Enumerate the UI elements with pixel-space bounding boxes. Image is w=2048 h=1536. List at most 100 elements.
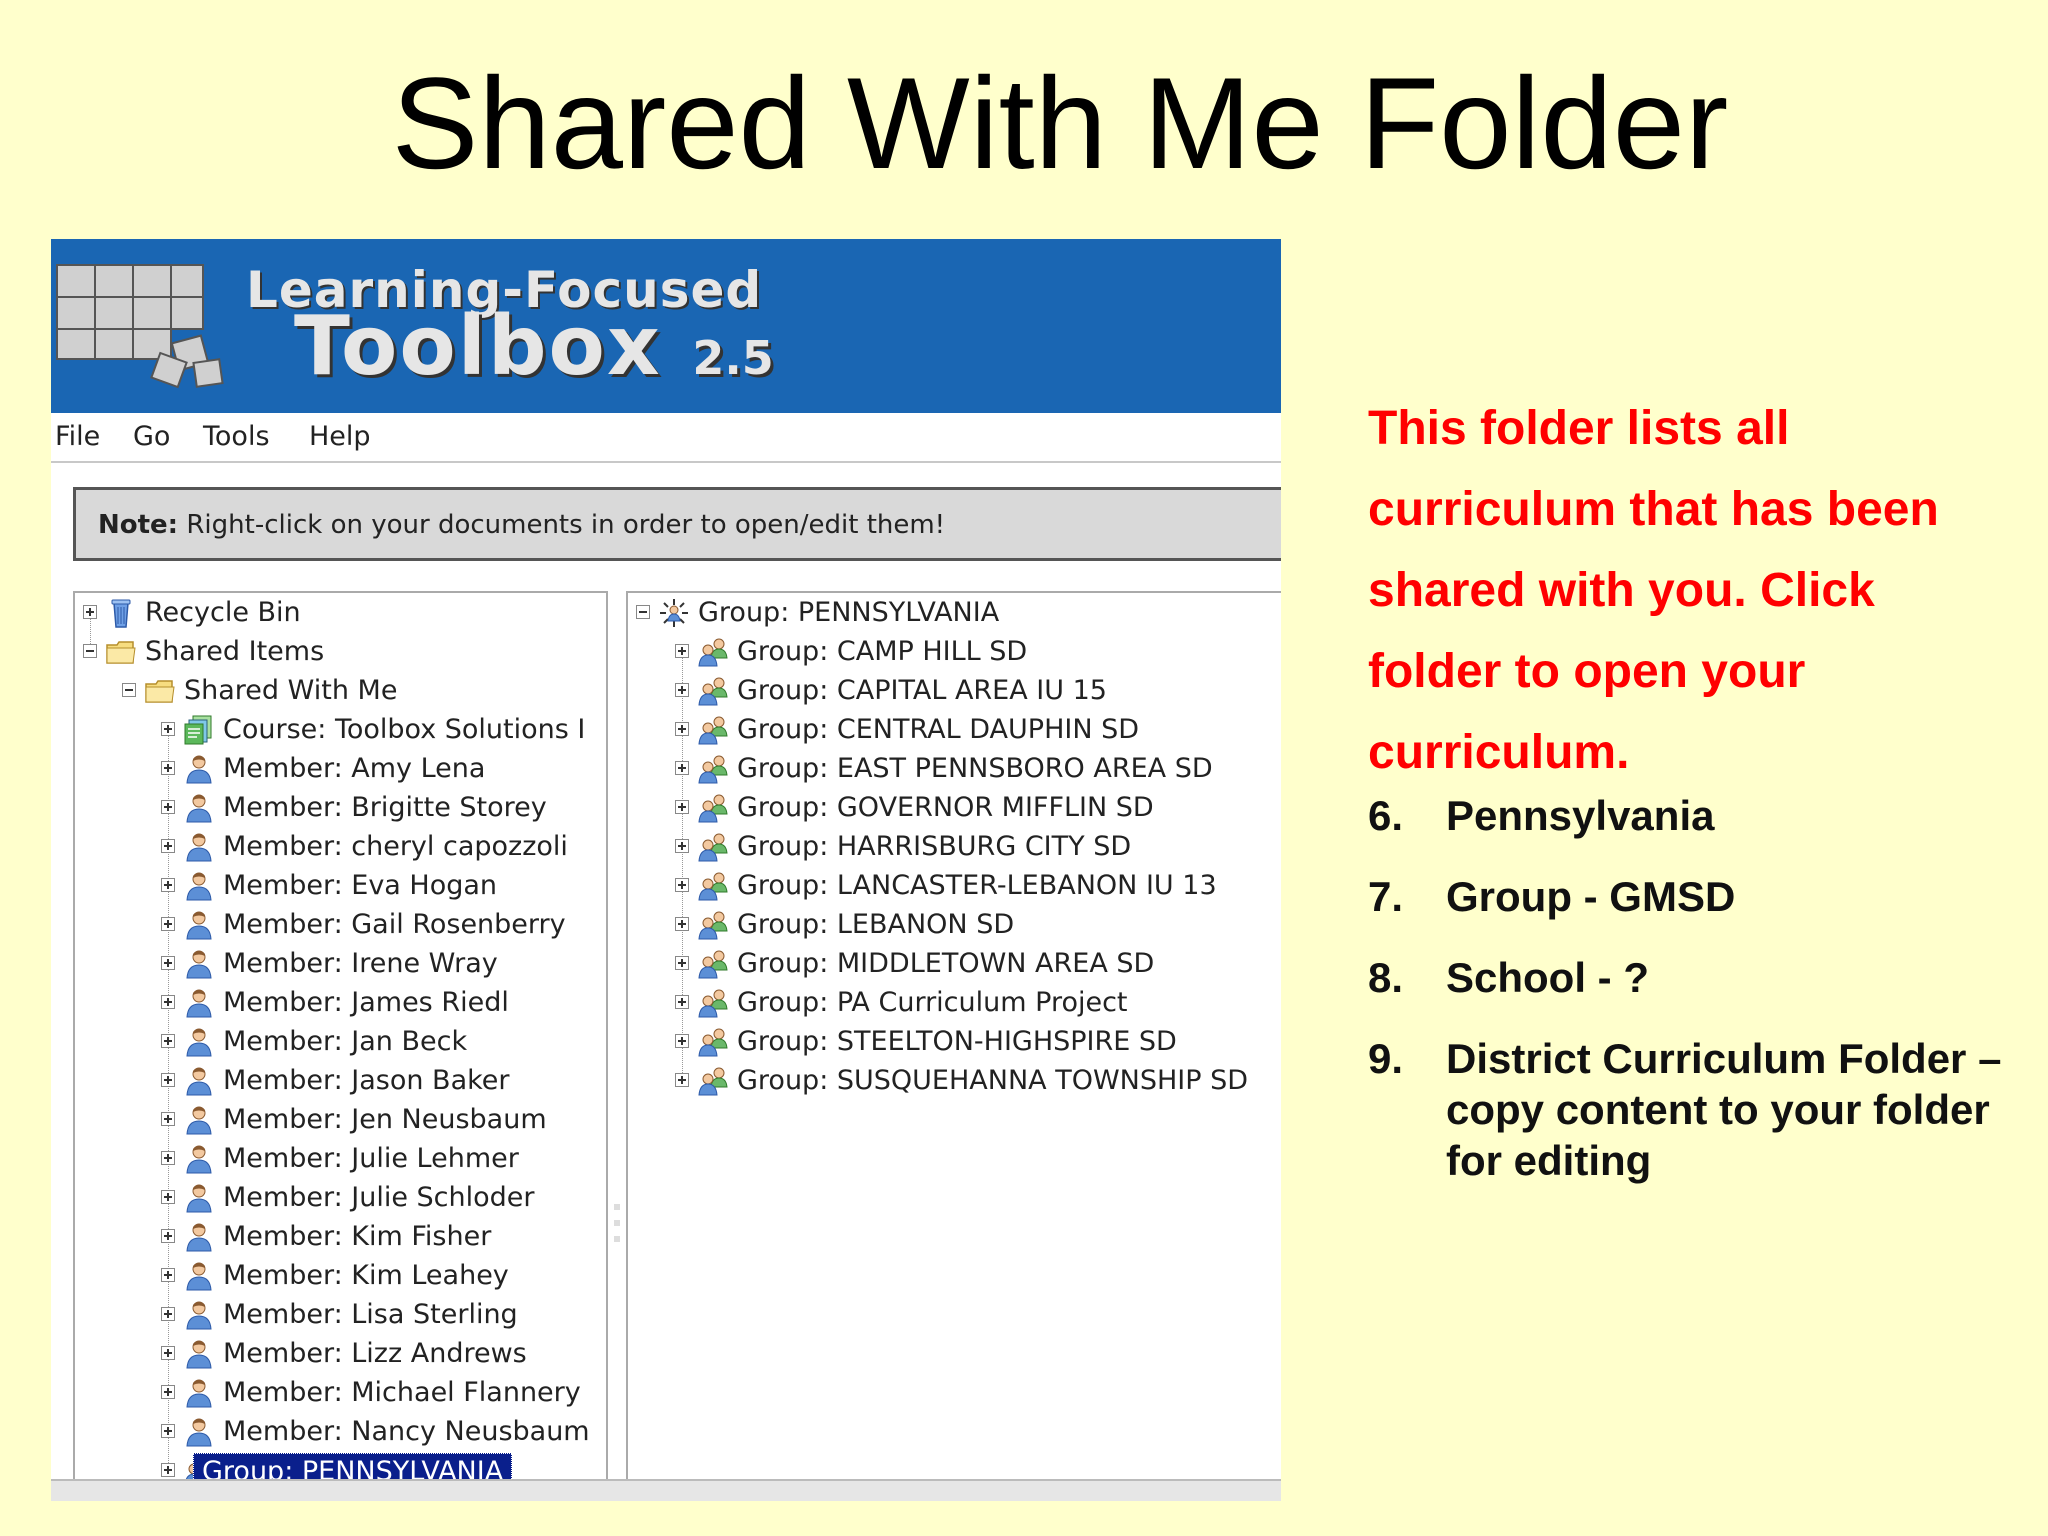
expand-plus-icon[interactable] (161, 1229, 175, 1243)
collapse-minus-icon[interactable] (83, 644, 97, 658)
member-icon (183, 1299, 215, 1331)
expand-plus-icon[interactable] (675, 761, 689, 775)
tree-item-label: Member: Gail Rosenberry (223, 909, 566, 940)
member-icon (183, 1026, 215, 1058)
group-icon (697, 909, 729, 941)
collapse-minus-icon[interactable] (122, 683, 136, 697)
slide-description: This folder lists all curriculum that ha… (1368, 402, 1939, 779)
step-item: 8. School - ? (1368, 952, 2038, 1003)
menu-help[interactable]: Help (309, 421, 371, 452)
expand-plus-icon[interactable] (675, 878, 689, 892)
tree-item-label: Member: cheryl capozzoli (223, 831, 568, 862)
splitter-grip[interactable] (608, 1194, 626, 1252)
tree-item-label: Member: Jan Beck (223, 1026, 468, 1057)
expand-plus-icon[interactable] (161, 722, 175, 736)
expand-plus-icon[interactable] (161, 1190, 175, 1204)
puzzle-logo-icon (56, 264, 224, 389)
app-banner: Learning-Focused Toolbox 2.5 (51, 239, 1281, 413)
expand-plus-icon[interactable] (161, 1073, 175, 1087)
tree-item-label: Member: Jen Neusbaum (223, 1104, 547, 1135)
step-text: School - ? (1446, 954, 1649, 1001)
group-icon (697, 714, 729, 746)
expand-plus-icon[interactable] (675, 1073, 689, 1087)
expand-plus-icon[interactable] (161, 1424, 175, 1438)
expand-plus-icon[interactable] (161, 1385, 175, 1399)
expand-plus-icon[interactable] (161, 1112, 175, 1126)
tree-item-label: Group: CENTRAL DAUPHIN SD (737, 714, 1140, 745)
tree-item-label: Group: STEELTON-HIGHSPIRE SD (737, 1026, 1177, 1057)
tree-item-label: Group: GOVERNOR MIFFLIN SD (737, 792, 1154, 823)
step-item: 6. Pennsylvania (1368, 790, 2038, 841)
member-icon (183, 909, 215, 941)
tree-item-label: Course: Toolbox Solutions I (223, 714, 586, 745)
expand-plus-icon[interactable] (161, 1268, 175, 1282)
right-tree-pane[interactable]: Group: PENNSYLVANIA Group: CAMP HILL SD Gr… (626, 591, 1281, 1491)
expand-plus-icon[interactable] (675, 644, 689, 658)
expand-plus-icon[interactable] (675, 839, 689, 853)
tree-item-label: Member: James Riedl (223, 987, 509, 1018)
note-message: Right-click on your documents in order t… (178, 510, 946, 540)
expand-plus-icon[interactable] (161, 878, 175, 892)
expand-plus-icon[interactable] (675, 683, 689, 697)
tree-item-label: Recycle Bin (145, 597, 301, 628)
step-item: 7. Group - GMSD (1368, 871, 2038, 922)
member-icon (183, 870, 215, 902)
expand-plus-icon[interactable] (161, 839, 175, 853)
expand-plus-icon[interactable] (161, 1034, 175, 1048)
expand-plus-icon[interactable] (161, 761, 175, 775)
tree-item-label: Member: Kim Fisher (223, 1221, 492, 1252)
tree-item-label: Member: Brigitte Storey (223, 792, 547, 823)
expand-plus-icon[interactable] (675, 1034, 689, 1048)
member-icon (183, 1065, 215, 1097)
expand-plus-icon[interactable] (161, 1346, 175, 1360)
expand-plus-icon[interactable] (675, 722, 689, 736)
group-icon (697, 675, 729, 707)
member-icon (183, 1338, 215, 1370)
group-icon (697, 636, 729, 668)
member-icon (183, 1260, 215, 1292)
step-item: 9. District Curriculum Folder – copy cont… (1368, 1033, 2038, 1186)
expand-plus-icon[interactable] (675, 800, 689, 814)
expand-plus-icon[interactable] (83, 605, 97, 619)
step-text: Group - GMSD (1446, 873, 1736, 920)
expand-plus-icon[interactable] (675, 917, 689, 931)
expand-plus-icon[interactable] (675, 995, 689, 1009)
folder-icon (105, 636, 137, 668)
expand-plus-icon[interactable] (161, 1463, 175, 1477)
tree-item-label: Group: CAMP HILL SD (737, 636, 1028, 667)
expand-plus-icon[interactable] (161, 800, 175, 814)
member-icon (183, 792, 215, 824)
member-icon (183, 831, 215, 863)
slide-title: Shared With Me Folder (391, 50, 1729, 196)
expand-plus-icon[interactable] (161, 956, 175, 970)
menu-file[interactable]: File (55, 421, 100, 452)
tree-item-label: Group: MIDDLETOWN AREA SD (737, 948, 1155, 979)
group-icon (697, 753, 729, 785)
tree-item-label: Group: EAST PENNSBORO AREA SD (737, 753, 1213, 784)
tree-item-label: Member: Julie Lehmer (223, 1143, 519, 1174)
expand-plus-icon[interactable] (161, 1151, 175, 1165)
menu-bar: File Go Tools Help (51, 413, 1281, 463)
menu-tools[interactable]: Tools (203, 421, 270, 452)
tree-item-label: Member: Kim Leahey (223, 1260, 509, 1291)
status-bar (51, 1479, 1281, 1501)
note-label: Note: (98, 510, 179, 540)
expand-plus-icon[interactable] (675, 956, 689, 970)
expand-plus-icon[interactable] (161, 995, 175, 1009)
expand-plus-icon[interactable] (161, 1307, 175, 1321)
tree-guide-line (682, 652, 683, 1081)
member-icon (183, 1104, 215, 1136)
steps-list: 6. Pennsylvania 7. Group - GMSD 8. School - ?… (1368, 790, 2038, 1216)
tree-item-label: Group: LEBANON SD (737, 909, 1015, 940)
step-number: 7. (1368, 873, 1404, 920)
collapse-minus-icon[interactable] (636, 605, 650, 619)
group-icon (697, 948, 729, 980)
expand-plus-icon[interactable] (161, 917, 175, 931)
menu-go[interactable]: Go (133, 421, 170, 452)
tree-item-label: Member: Eva Hogan (223, 870, 498, 901)
tree-item-label: Group: PENNSYLVANIA (698, 597, 1000, 628)
left-tree-pane[interactable]: Recycle Bin Shared Items Shared With Me Cou… (73, 591, 608, 1491)
group-icon (697, 870, 729, 902)
group-icon (697, 987, 729, 1019)
course-icon (183, 714, 215, 746)
